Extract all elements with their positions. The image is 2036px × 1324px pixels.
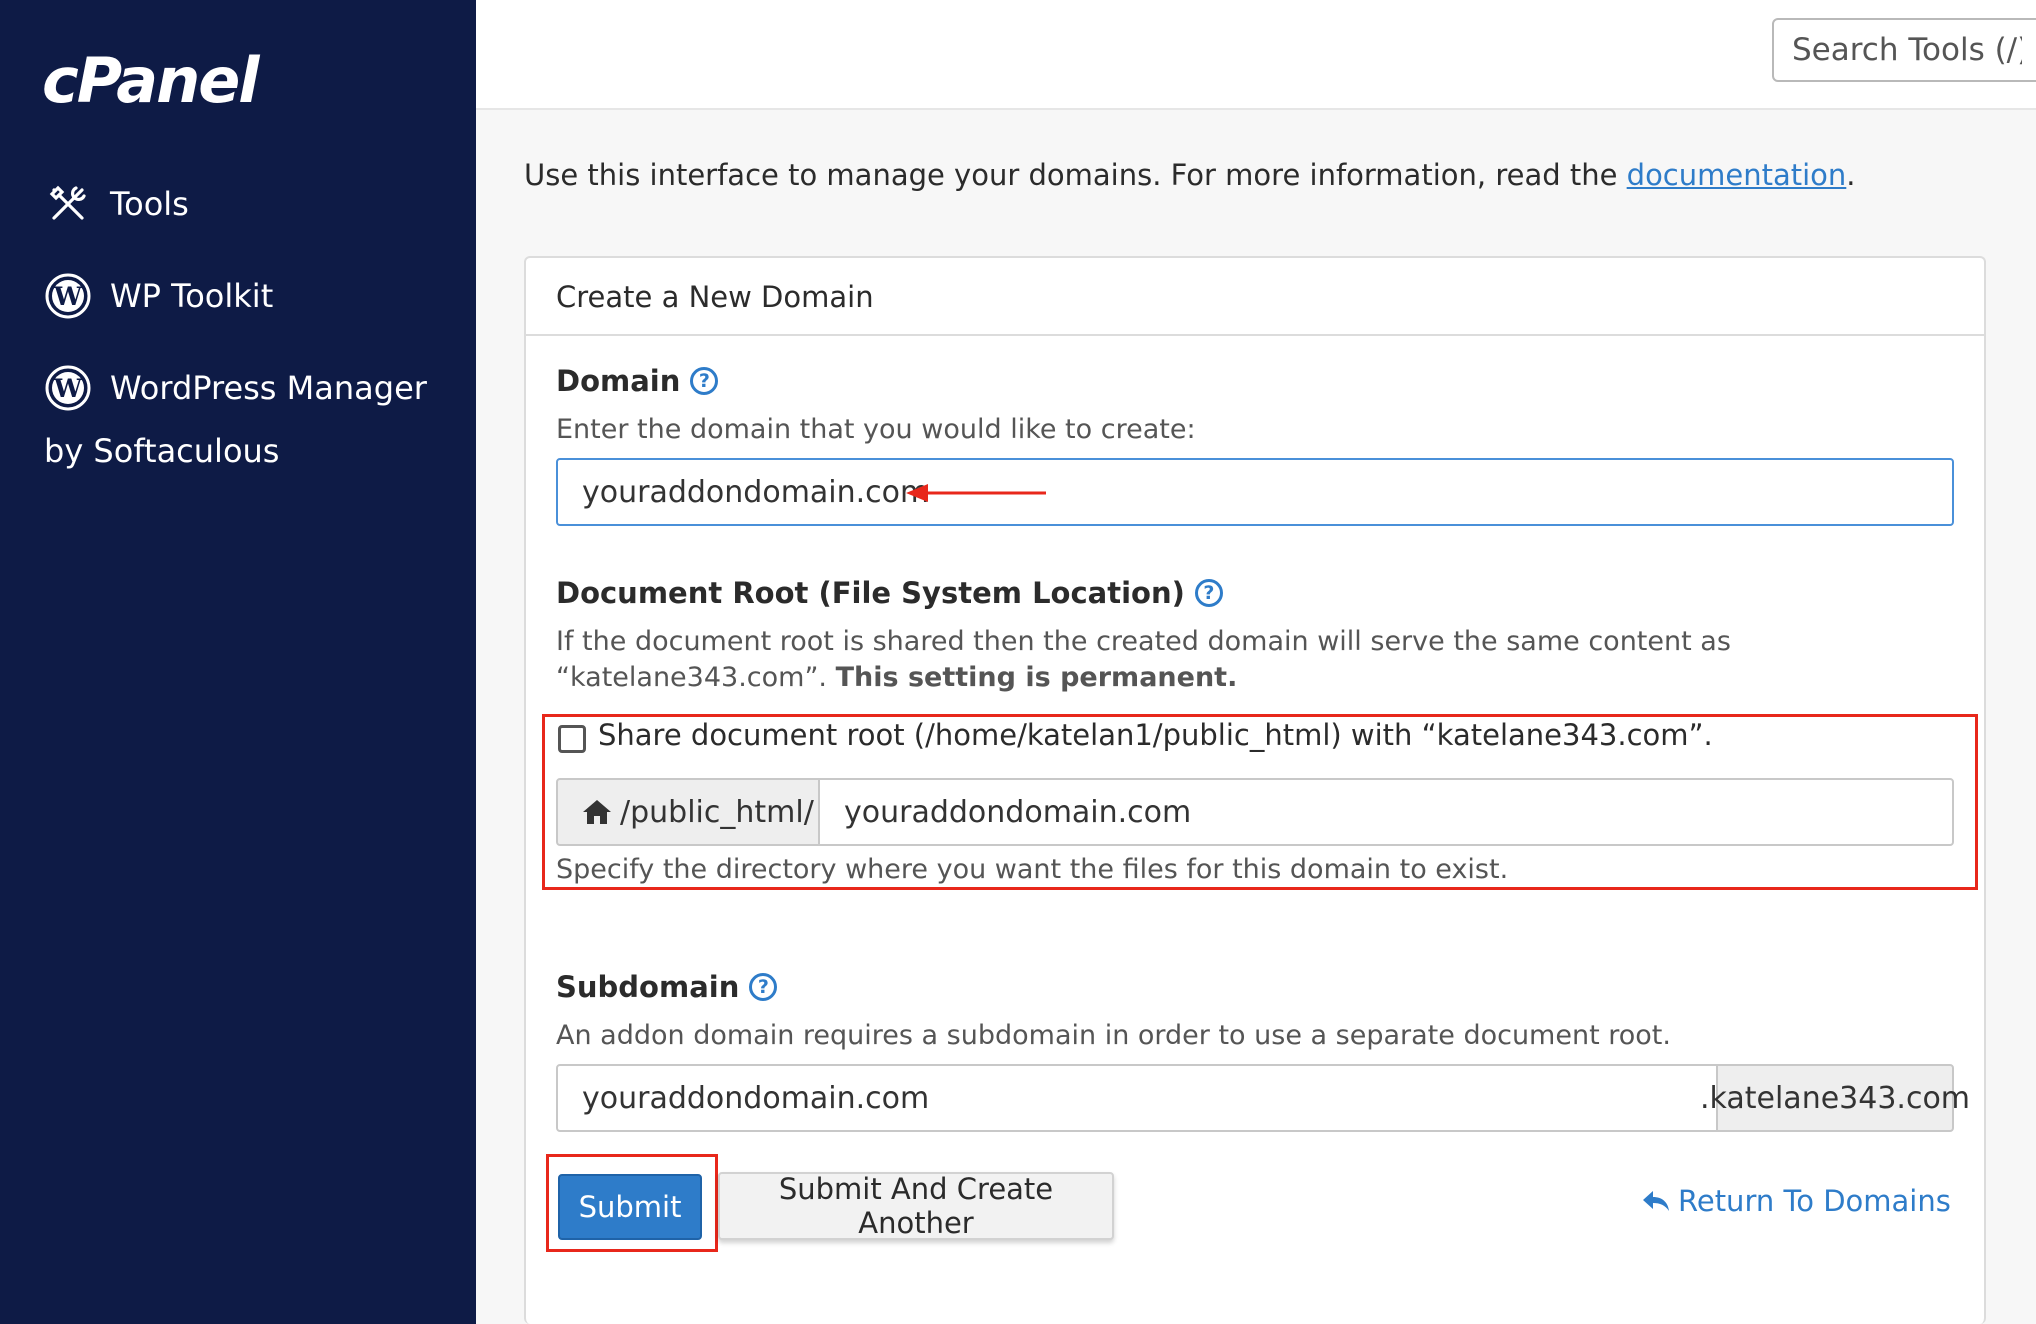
sidebar-item-label: Tools: [110, 185, 189, 223]
sidebar-item-sublabel[interactable]: by Softaculous: [44, 432, 279, 470]
subdomain-suffix: .katelane343.com: [1700, 1064, 1970, 1132]
sidebar-item-wp-toolkit[interactable]: W WP Toolkit: [44, 272, 273, 320]
annotation-arrow: [906, 484, 1046, 502]
sidebar-item-tools[interactable]: Tools: [44, 180, 189, 228]
subdomain-label: Subdomain ?: [556, 970, 778, 1004]
wordpress-icon: W: [44, 364, 92, 412]
wordpress-icon: W: [44, 272, 92, 320]
panel-title: Create a New Domain: [526, 258, 1984, 336]
help-icon[interactable]: ?: [1194, 579, 1223, 607]
share-docroot-checkbox[interactable]: [558, 725, 586, 753]
domain-input[interactable]: youraddondomain.com: [556, 458, 1954, 526]
documentation-link[interactable]: documentation: [1627, 158, 1847, 192]
top-bar: [476, 0, 2036, 110]
sidebar-item-wordpress-manager[interactable]: W WordPress Manager: [44, 364, 427, 412]
sidebar-item-label: WP Toolkit: [110, 277, 274, 315]
home-icon: [582, 799, 612, 825]
docroot-hint: If the document root is shared then the …: [556, 626, 1731, 693]
subdomain-hint: An addon domain requires a subdomain in …: [556, 1020, 1671, 1051]
intro-text: Use this interface to manage your domain…: [524, 158, 1856, 192]
tools-icon: [44, 180, 92, 228]
return-to-domains-link[interactable]: Return To Domains: [1642, 1184, 1951, 1218]
create-domain-panel: Create a New Domain Domain ? Enter the d…: [524, 256, 1986, 1324]
cpanel-logo[interactable]: cPanel: [42, 44, 260, 117]
sidebar-item-label: WordPress Manager: [110, 369, 427, 407]
svg-text:W: W: [53, 282, 83, 311]
help-icon[interactable]: ?: [749, 973, 778, 1001]
subdomain-input[interactable]: youraddondomain.com: [556, 1064, 1718, 1132]
submit-button[interactable]: Submit: [558, 1174, 702, 1240]
sidebar: cPanel Tools W WP Toolkit W WordPress Ma…: [0, 0, 476, 1324]
help-icon[interactable]: ?: [690, 367, 719, 395]
docroot-input[interactable]: youraddondomain.com: [818, 778, 1954, 846]
docroot-prefix: /public_html/: [556, 778, 820, 846]
svg-text:W: W: [53, 374, 83, 403]
reply-arrow-icon: [1642, 1189, 1670, 1213]
docroot-label: Document Root (File System Location) ?: [556, 576, 1223, 610]
share-docroot-label[interactable]: Share document root (/home/katelan1/publ…: [598, 718, 1713, 752]
submit-and-create-another-button[interactable]: Submit And Create Another: [718, 1172, 1114, 1240]
domain-label: Domain ?: [556, 364, 719, 398]
search-tools-input[interactable]: [1772, 18, 2036, 82]
docroot-help-text: Specify the directory where you want the…: [556, 854, 1509, 885]
domain-hint: Enter the domain that you would like to …: [556, 414, 1196, 445]
